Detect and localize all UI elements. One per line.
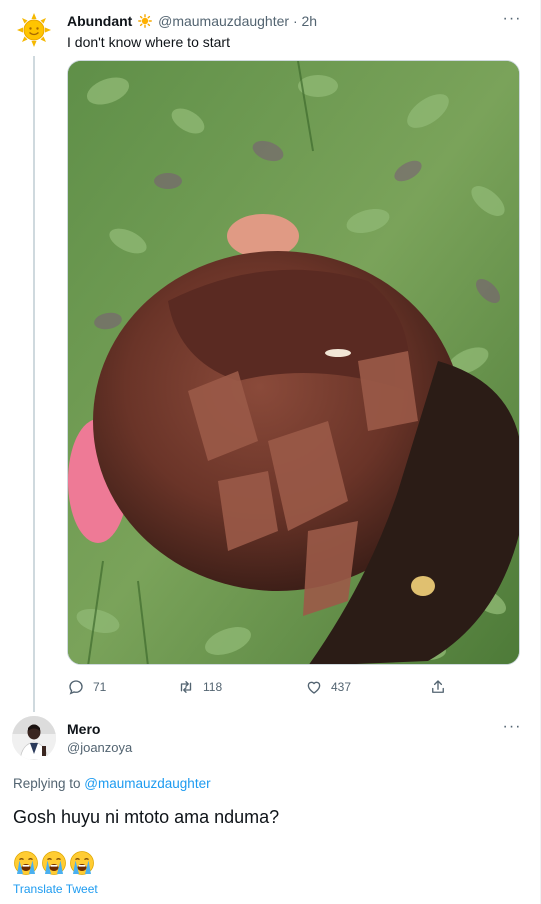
more-options-button[interactable]: ··· (500, 11, 524, 32)
heart-icon (307, 681, 321, 694)
tweet-header: Abundant @maumauzdaughter · 2h (67, 12, 500, 32)
sun-emoji-icon (138, 14, 153, 32)
retweet-count: 118 (203, 680, 223, 694)
reply-button[interactable]: 71 (67, 676, 106, 698)
loudly-crying-face-icon (41, 850, 67, 876)
reply-icon (69, 680, 83, 695)
retweet-icon (180, 681, 192, 693)
share-button[interactable] (429, 676, 447, 698)
loudly-crying-face-icon (13, 850, 39, 876)
author-handle[interactable]: @maumauzdaughter (158, 13, 289, 29)
share-icon (432, 680, 444, 693)
reply-emojis (13, 850, 95, 876)
reply-author-name[interactable]: Mero (67, 720, 100, 738)
avatar[interactable] (12, 716, 56, 760)
retweet-button[interactable]: 118 (177, 676, 222, 698)
photo-mud-doll-on-grass (68, 61, 519, 664)
reply-text: Gosh huyu ni mtoto ama nduma? (13, 807, 280, 827)
loudly-crying-face-icon (69, 850, 95, 876)
timeline: Abundant @maumauzdaughter · 2h ··· I don… (0, 0, 541, 904)
avatar-sun-icon[interactable] (16, 12, 52, 48)
tweet-time[interactable]: 2h (302, 13, 318, 29)
tweet-text: I don't know where to start (67, 34, 230, 50)
tweet-photo[interactable] (67, 60, 520, 665)
reply-more-options-button[interactable]: ··· (500, 719, 524, 740)
reply-author-handle[interactable]: @joanzoya (67, 739, 132, 757)
separator-dot: · (292, 13, 298, 29)
thread-line (33, 56, 35, 712)
replying-to-label: Replying to (13, 776, 85, 791)
replying-to-mention[interactable]: @maumauzdaughter (84, 776, 210, 791)
tweet-actions: 71 118 437 (67, 676, 467, 698)
avatar-photo (12, 716, 56, 760)
translate-tweet-link[interactable]: Translate Tweet (13, 881, 98, 897)
like-count: 437 (331, 680, 352, 694)
like-button[interactable]: 437 (305, 676, 351, 698)
reply-count: 71 (93, 680, 107, 694)
author-name[interactable]: Abundant (67, 13, 132, 29)
replying-to-line: Replying to @maumauzdaughter (13, 775, 211, 793)
